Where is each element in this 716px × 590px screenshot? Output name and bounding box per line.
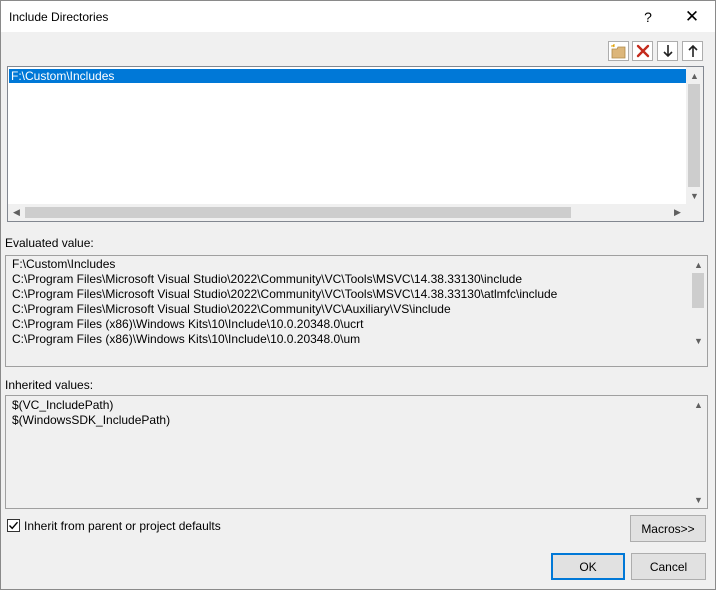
evaluated-vscrollbar[interactable]: ▲ ▼	[690, 256, 707, 349]
inherited-values-box: $(VC_IncludePath) $(WindowsSDK_IncludePa…	[5, 395, 708, 509]
new-folder-icon	[610, 43, 625, 58]
evaluated-line: F:\Custom\Includes	[12, 257, 116, 271]
arrow-up-icon	[687, 44, 698, 57]
delete-icon	[636, 44, 649, 58]
scroll-up-icon[interactable]: ▲	[690, 396, 707, 413]
scroll-down-icon[interactable]: ▼	[690, 491, 707, 508]
new-line-button[interactable]	[608, 41, 629, 61]
scroll-up-icon[interactable]: ▲	[690, 256, 707, 273]
evaluated-line: C:\Program Files\Microsoft Visual Studio…	[12, 302, 451, 316]
macros-button[interactable]: Macros>>	[630, 515, 706, 542]
ok-button[interactable]: OK	[551, 553, 625, 580]
list-item-selected[interactable]: F:\Custom\Includes	[9, 69, 687, 83]
help-button[interactable]: ?	[627, 1, 669, 32]
inherit-checkbox[interactable]	[7, 519, 20, 532]
checkmark-icon	[8, 521, 19, 530]
scroll-down-icon[interactable]: ▼	[686, 187, 703, 204]
hscroll-thumb[interactable]	[25, 207, 571, 218]
inherited-vscrollbar[interactable]: ▲ ▼	[690, 396, 707, 508]
include-directories-dialog: Include Directories ? ✕ F:\Custom\Includ…	[0, 0, 716, 590]
evaluated-value-label: Evaluated value:	[5, 236, 94, 250]
cancel-button[interactable]: Cancel	[631, 553, 706, 580]
evaluated-line: C:\Program Files\Microsoft Visual Studio…	[12, 272, 523, 286]
directory-list-vscrollbar[interactable]: ▲ ▼	[686, 67, 703, 204]
scroll-thumb[interactable]	[692, 273, 704, 308]
title-bar: Include Directories ? ✕	[1, 1, 715, 32]
inherited-values-label: Inherited values:	[5, 378, 94, 392]
evaluated-line: C:\Program Files\Microsoft Visual Studio…	[12, 287, 558, 301]
close-button[interactable]: ✕	[671, 1, 713, 32]
directory-list-hscrollbar[interactable]: ◀ ▶	[8, 204, 703, 221]
inherited-line: $(WindowsSDK_IncludePath)	[12, 413, 171, 427]
evaluated-value-box: F:\Custom\Includes C:\Program Files\Micr…	[5, 255, 708, 367]
arrow-down-icon	[662, 45, 673, 58]
move-up-button[interactable]	[682, 41, 703, 61]
inherited-line: $(VC_IncludePath)	[12, 398, 114, 412]
inherit-checkbox-label[interactable]: Inherit from parent or project defaults	[24, 519, 221, 533]
scroll-left-icon[interactable]: ◀	[8, 204, 25, 221]
scroll-thumb[interactable]	[688, 84, 700, 187]
delete-button[interactable]	[632, 41, 653, 61]
dialog-title: Include Directories	[9, 10, 109, 24]
scroll-down-icon[interactable]: ▼	[690, 332, 707, 349]
evaluated-line: C:\Program Files (x86)\Windows Kits\10\I…	[12, 332, 361, 346]
scroll-right-icon[interactable]: ▶	[669, 204, 686, 221]
evaluated-line: C:\Program Files (x86)\Windows Kits\10\I…	[12, 317, 364, 331]
scroll-up-icon[interactable]: ▲	[686, 67, 703, 84]
move-down-button[interactable]	[657, 41, 678, 61]
directory-list[interactable]: F:\Custom\Includes ▲ ▼ ◀ ▶	[7, 66, 704, 222]
